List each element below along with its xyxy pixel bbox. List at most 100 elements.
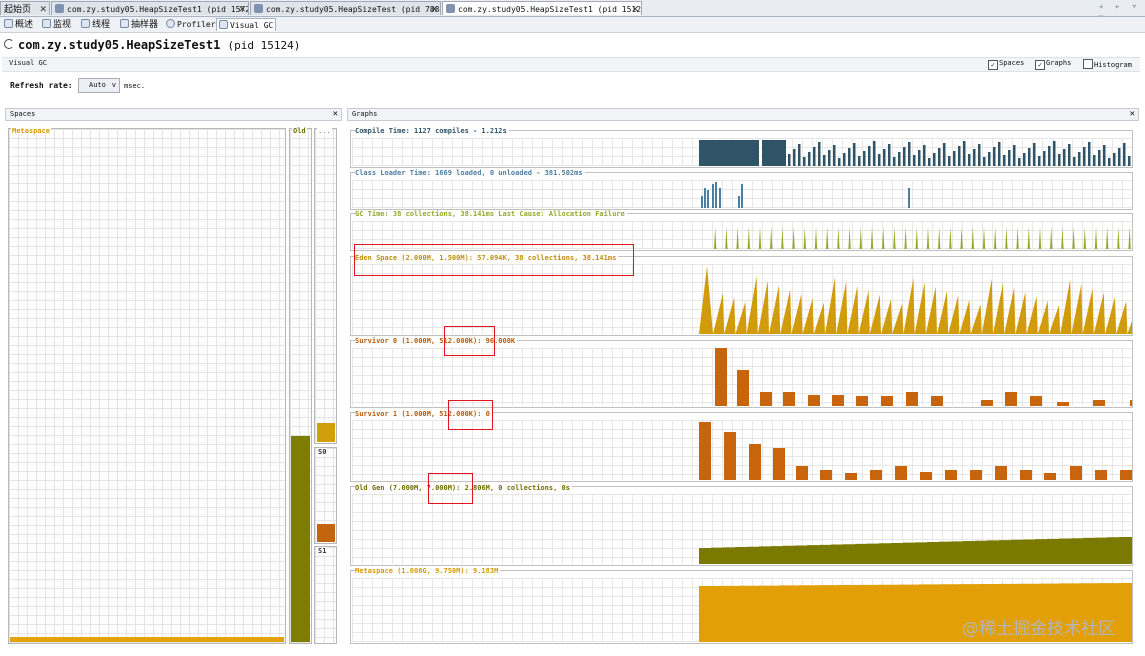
old-gen-label: Old: [292, 127, 307, 135]
class-loader-label: Class Loader Time: 1669 loaded, 0 unload…: [355, 169, 585, 177]
old-gen-fill: [291, 436, 310, 642]
old-gen-series: [699, 537, 1132, 564]
overview-icon: [4, 19, 13, 28]
survivor-1-bar: [895, 466, 907, 480]
class-loader-plot: [352, 180, 1132, 208]
close-icon[interactable]: ✕: [39, 2, 47, 15]
graphs-checkbox[interactable]: ✓ Graphs: [1035, 59, 1071, 70]
compile-spike: [853, 143, 856, 166]
compile-spike: [938, 148, 941, 166]
refresh-rate-value: Auto: [89, 81, 106, 89]
tab-threads[interactable]: 线程: [79, 18, 112, 31]
tool-label: 抽样器: [131, 19, 159, 29]
compile-spike: [1013, 145, 1016, 166]
loading-spinner-icon: [4, 39, 14, 49]
survivor-0-bar: [1093, 400, 1105, 406]
refresh-rate-select[interactable]: Auto v: [78, 78, 120, 93]
close-icon[interactable]: ✕: [333, 109, 338, 120]
refresh-unit: msec.: [124, 82, 146, 90]
tab-process-7888[interactable]: com.zy.study05.HeapSizeTest (pid 7888) ✕: [250, 1, 441, 15]
tab-overview[interactable]: 概述: [2, 18, 35, 31]
compile-spike: [1008, 150, 1011, 166]
compile-spike: [1038, 156, 1041, 166]
compile-spike: [828, 150, 831, 166]
class-load-spike: [701, 196, 703, 208]
compile-spike: [983, 157, 986, 166]
compile-spike: [873, 141, 876, 166]
compile-spike: [808, 152, 811, 166]
tab-process-15728[interactable]: com.zy.study05.HeapSizeTest1 (pid 15728)…: [51, 1, 249, 15]
compile-time-label: Compile Time: 1127 compiles - 1.212s: [355, 127, 509, 135]
highlight-box: [448, 400, 493, 430]
tab-process-15124[interactable]: com.zy.study05.HeapSizeTest1 (pid 15124)…: [442, 1, 642, 15]
compile-spike: [838, 158, 841, 166]
compile-spike: [988, 152, 991, 166]
close-icon[interactable]: ✕: [1130, 109, 1135, 120]
survivor-0-bar: [906, 392, 918, 406]
survivor-1-bar: [820, 470, 832, 480]
compile-spike: [1043, 151, 1046, 166]
close-icon[interactable]: ✕: [238, 2, 246, 15]
view-toolbar: 概述 监视 线程 抽样器 Profiler Visual GC: [0, 17, 1145, 33]
survivor-0-label: S0: [317, 448, 328, 456]
spaces-checkbox[interactable]: ✓ Spaces: [988, 59, 1024, 70]
class-load-spike: [704, 188, 706, 208]
compile-spike: [1023, 153, 1026, 166]
close-icon[interactable]: ✕: [631, 2, 639, 15]
gc-time-label: GC Time: 38 collections, 38.141ms Last C…: [355, 210, 627, 218]
tab-monitor[interactable]: 监视: [40, 18, 73, 31]
close-icon[interactable]: ✕: [430, 2, 438, 15]
histogram-checkbox[interactable]: Histogram: [1083, 59, 1132, 69]
checkbox-checked-icon: ✓: [988, 60, 998, 70]
survivor-0-bar: [808, 395, 820, 406]
survivor-1-bar: [995, 466, 1007, 480]
tab-start-page[interactable]: 起始页 ✕: [0, 1, 50, 15]
checkbox-unchecked-icon: [1083, 59, 1093, 69]
metaspace-fill: [10, 637, 284, 642]
metaspace-graph-label: Metaspace (1.008G, 9.750M): 9.183M: [355, 567, 501, 575]
compile-spike: [928, 158, 931, 166]
visual-gc-section-bar: [2, 57, 1140, 72]
compile-spike: [1068, 144, 1071, 166]
checkbox-label: Histogram: [1094, 61, 1132, 69]
survivor-1-bar: [870, 470, 882, 480]
survivor-0-bar: [881, 396, 893, 406]
survivor-0-bar: [1005, 392, 1017, 406]
compile-spike: [968, 154, 971, 166]
compile-spike: [878, 154, 881, 166]
eden-fill: [317, 423, 335, 442]
compile-spike: [863, 151, 866, 166]
old-gen-usage-area: [699, 537, 1132, 564]
section-title: Visual GC: [9, 59, 47, 67]
class-load-spike: [741, 184, 743, 208]
compile-spike: [833, 145, 836, 166]
compile-spike: [1093, 155, 1096, 166]
tab-visual-gc[interactable]: Visual GC: [216, 18, 277, 31]
compile-spike: [1113, 153, 1116, 166]
compile-spike: [1003, 155, 1006, 166]
compile-spike: [1118, 148, 1121, 166]
tool-label: 线程: [92, 19, 111, 29]
compile-time-series: [699, 140, 1131, 166]
compile-spike: [1058, 154, 1061, 166]
eden-usage-area: [699, 266, 1132, 334]
tab-label: com.zy.study05.HeapSizeTest1 (pid 15124): [458, 5, 642, 14]
coffee-cup-icon: [55, 4, 64, 13]
compile-block: [699, 140, 759, 166]
class-load-spike: [719, 188, 721, 208]
tab-sampler[interactable]: 抽样器: [118, 18, 160, 31]
threads-icon: [81, 19, 90, 28]
survivor-1-bar: [796, 466, 808, 480]
class-load-spike: [738, 196, 740, 208]
compile-spike: [898, 152, 901, 166]
compile-spike: [913, 155, 916, 166]
eden-space: [314, 128, 337, 444]
highlight-box: [444, 326, 495, 356]
tab-profiler[interactable]: Profiler: [164, 18, 218, 31]
survivor-0-fill: [317, 524, 335, 542]
survivor-0-bar: [783, 392, 795, 406]
compile-spike: [823, 155, 826, 166]
compile-spike: [818, 142, 821, 166]
chart-icon: [219, 20, 228, 29]
highlight-box: [428, 473, 473, 504]
